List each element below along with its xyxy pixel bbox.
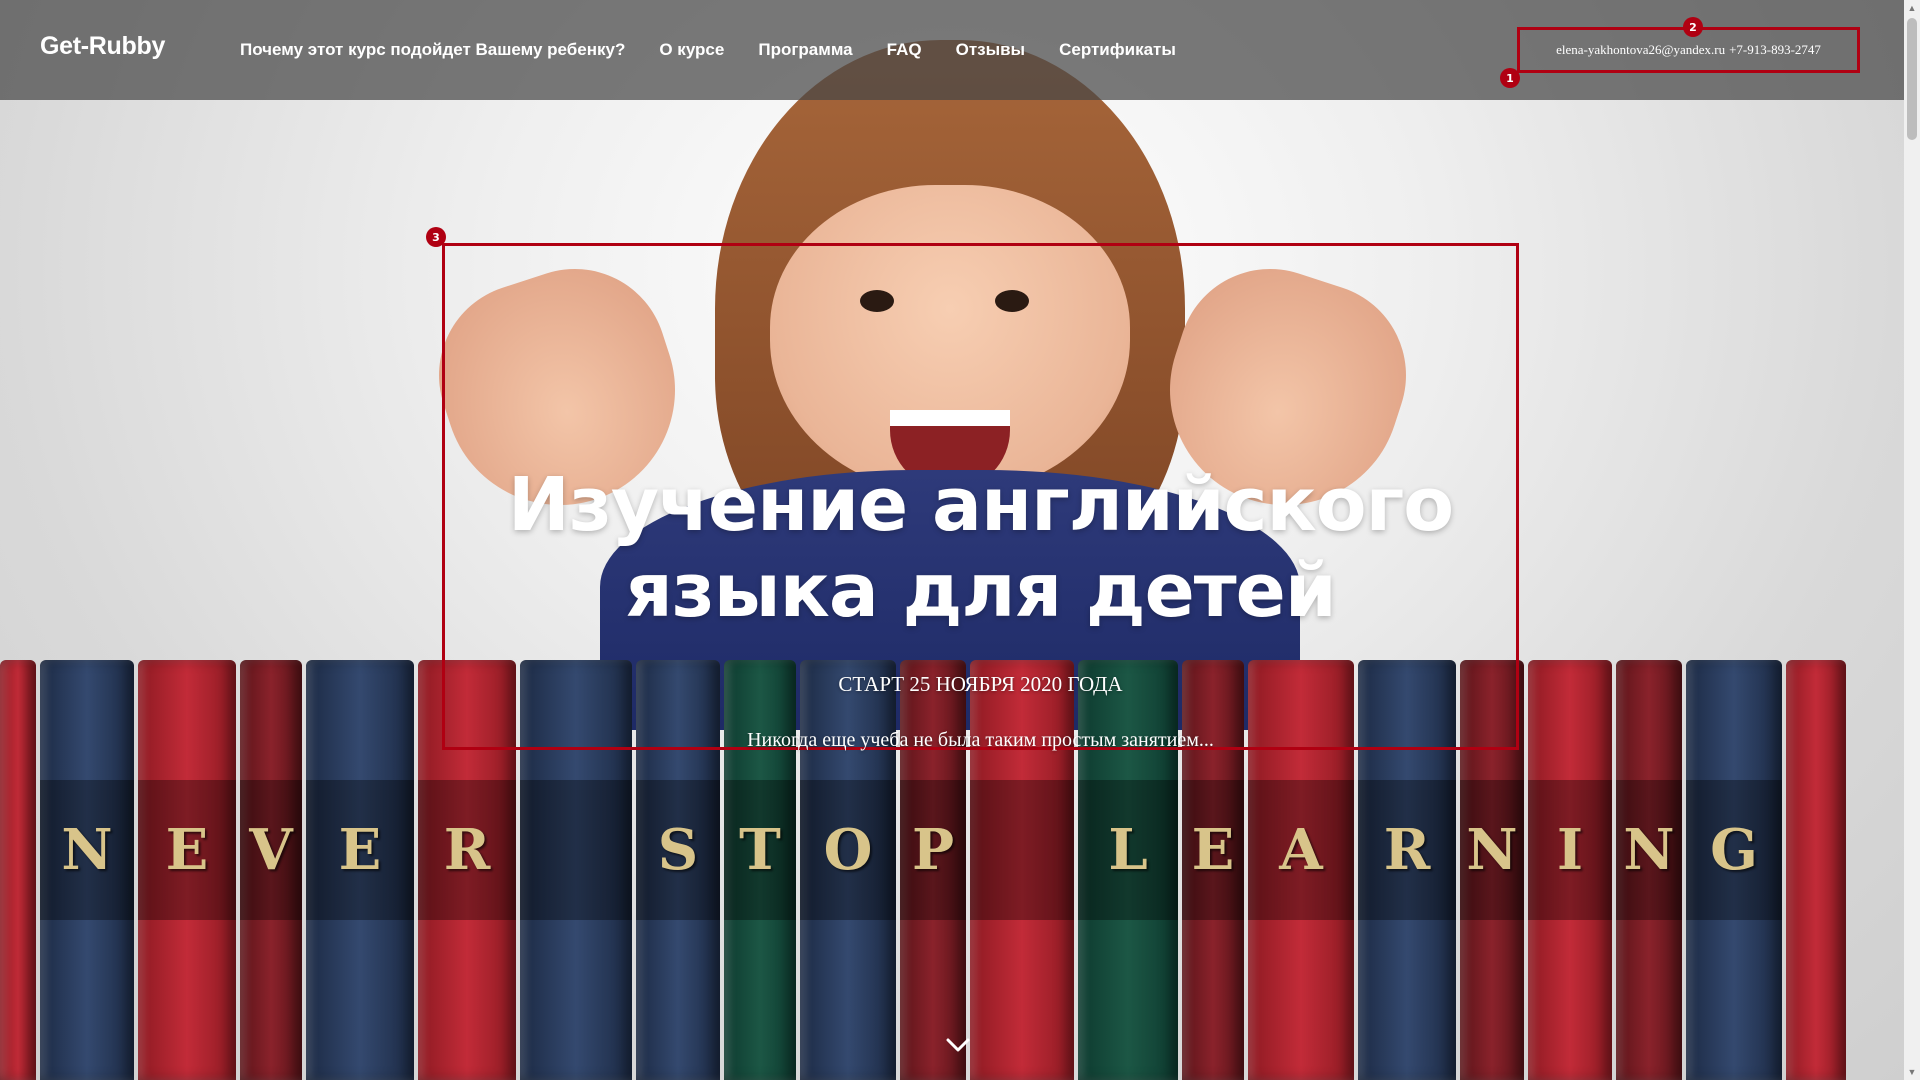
book: E xyxy=(306,660,414,1080)
book-letter: P xyxy=(900,780,966,920)
contact-email[interactable]: elena-yakhontova26@yandex.ru xyxy=(1556,42,1725,58)
book-letter: N xyxy=(1616,780,1682,920)
main-nav: Почему этот курс подойдет Вашему ребенку… xyxy=(240,40,1176,60)
nav-item-certificates[interactable]: Сертификаты xyxy=(1059,40,1176,60)
hero-title-line: Изучение английского xyxy=(507,462,1454,548)
nav-item-about[interactable]: О курсе xyxy=(659,40,724,60)
book: E xyxy=(138,660,236,1080)
page-scrollbar[interactable]: ▲ ▼ xyxy=(1904,0,1920,1080)
site-header: Get-Rubby Почему этот курс подойдет Ваше… xyxy=(0,0,1904,100)
book-letter: R xyxy=(418,780,516,920)
book: N xyxy=(1616,660,1682,1080)
scroll-down-icon[interactable]: ▼ xyxy=(1904,1064,1920,1080)
nav-item-faq[interactable]: FAQ xyxy=(887,40,922,60)
book: I xyxy=(1528,660,1612,1080)
book-letter: L xyxy=(1078,780,1178,920)
book-letter: R xyxy=(1358,780,1456,920)
nav-item-why-course[interactable]: Почему этот курс подойдет Вашему ребенку… xyxy=(240,40,625,60)
book-letter: N xyxy=(40,780,134,920)
contact-phone[interactable]: +7-913-893-2747 xyxy=(1729,42,1821,58)
site-logo[interactable]: Get-Rubby xyxy=(40,32,165,61)
book: V xyxy=(240,660,302,1080)
hero-tagline: Никогда еще учеба не была таким простым … xyxy=(747,729,1214,751)
book-letter xyxy=(970,780,1074,920)
book-letter: I xyxy=(1528,780,1612,920)
book-letter: N xyxy=(1460,780,1524,920)
book-letter: G xyxy=(1686,780,1782,920)
hero-start-date: СТАРТ 25 НОЯБРЯ 2020 ГОДА xyxy=(838,672,1123,696)
book: N xyxy=(40,660,134,1080)
chevron-down-icon[interactable] xyxy=(943,1030,973,1060)
book-letter: E xyxy=(1182,780,1244,920)
book-letter: A xyxy=(1248,780,1354,920)
book-letter: S xyxy=(636,780,720,920)
book xyxy=(0,660,36,1080)
book xyxy=(1786,660,1846,1080)
book-letter: O xyxy=(800,780,896,920)
book-letter: V xyxy=(240,780,302,920)
book-letter xyxy=(520,780,632,920)
book-letter: T xyxy=(724,780,796,920)
annotation-marker: 3 xyxy=(426,227,446,247)
book-letter: E xyxy=(306,780,414,920)
chevron-down-icon-glyph xyxy=(946,1038,970,1052)
scroll-up-icon[interactable]: ▲ xyxy=(1904,0,1920,16)
book-letter: E xyxy=(138,780,236,920)
annotation-marker: 1 xyxy=(1500,68,1520,88)
annotation-marker: 2 xyxy=(1683,17,1703,37)
book: G xyxy=(1686,660,1782,1080)
hero-title-line: языка для детей xyxy=(625,548,1336,634)
nav-item-reviews[interactable]: Отзывы xyxy=(956,40,1026,60)
nav-item-program[interactable]: Программа xyxy=(758,40,852,60)
hero-title: Изучение английского языка для детей xyxy=(442,462,1519,634)
scrollbar-thumb[interactable] xyxy=(1907,18,1917,140)
